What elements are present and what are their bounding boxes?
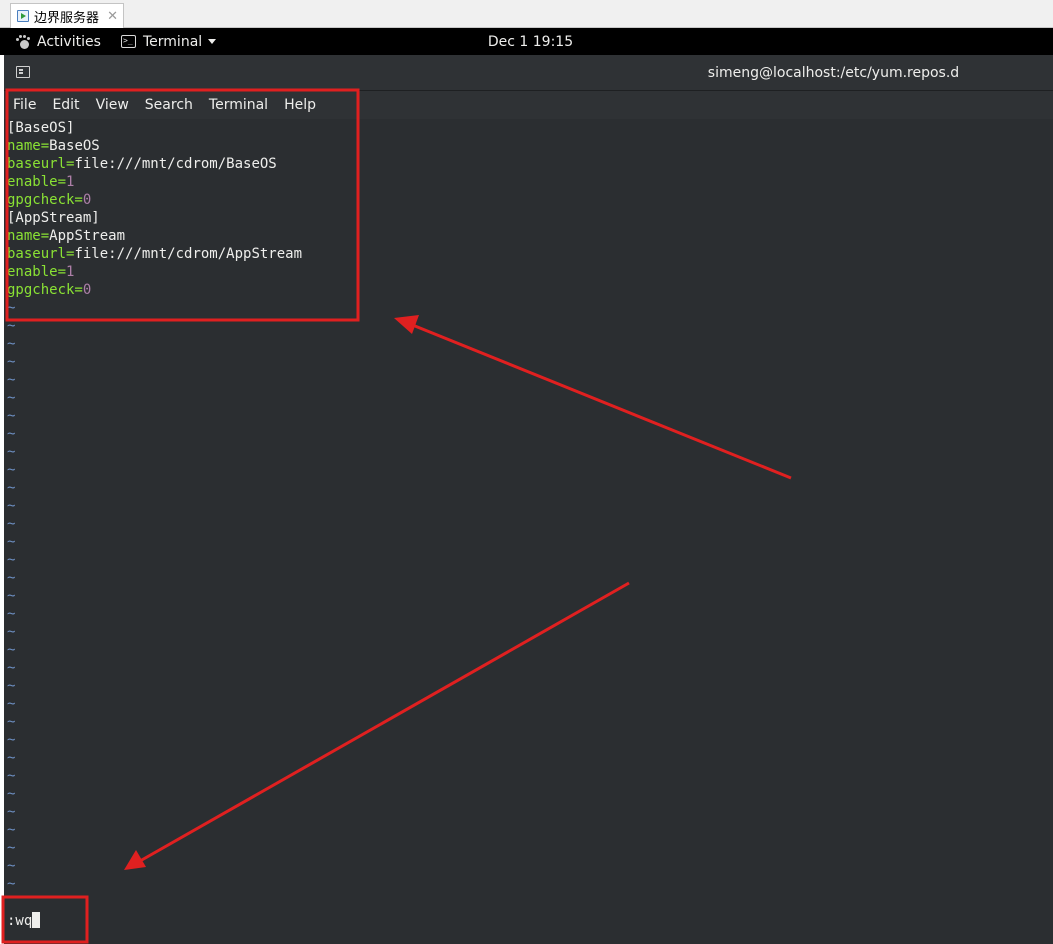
empty-line-marker: ~: [7, 426, 16, 442]
config-value: [AppStream]: [7, 210, 100, 226]
empty-line-marker: ~: [7, 840, 16, 856]
file-line: enable=1: [4, 173, 1053, 191]
config-key: baseurl=: [7, 246, 75, 262]
config-key: gpgcheck=: [7, 282, 83, 298]
empty-line-marker: ~: [7, 408, 16, 424]
empty-line-marker: ~: [7, 516, 16, 532]
window-title: simeng@localhost:/etc/yum.repos.d: [707, 65, 960, 81]
empty-line-marker: ~: [7, 570, 16, 586]
clock[interactable]: Dec 1 19:15: [0, 28, 1053, 55]
empty-line-marker: ~: [7, 714, 16, 730]
menu-view[interactable]: View: [88, 91, 137, 119]
terminal-header: simeng@localhost:/etc/yum.repos.d: [4, 55, 1053, 91]
file-line: name=AppStream: [4, 227, 1053, 245]
empty-line-marker: ~: [7, 300, 16, 316]
empty-line-marker: ~: [7, 858, 16, 874]
vm-tab[interactable]: 边界服务器 ✕: [10, 3, 124, 28]
config-number: 0: [82, 192, 92, 208]
vm-icon: [17, 10, 29, 22]
file-line: name=BaseOS: [4, 137, 1053, 155]
empty-line-marker: ~: [7, 390, 16, 406]
empty-line-marker: ~: [7, 588, 16, 604]
file-line: gpgcheck=0: [4, 281, 1053, 299]
config-value: AppStream: [49, 228, 126, 244]
empty-line-marker: ~: [7, 822, 16, 838]
empty-line-marker: ~: [7, 660, 16, 676]
command-text: :wq: [7, 913, 33, 929]
empty-line-marker: ~: [7, 498, 16, 514]
file-line: enable=1: [4, 263, 1053, 281]
menu-file[interactable]: File: [4, 91, 44, 119]
command-line[interactable]: :wq: [7, 912, 41, 930]
empty-line-marker: ~: [7, 336, 16, 352]
empty-line-marker: ~: [7, 606, 16, 622]
empty-line-marker: ~: [7, 354, 16, 370]
menu-help[interactable]: Help: [276, 91, 324, 119]
menu-terminal[interactable]: Terminal: [201, 91, 276, 119]
config-value: [BaseOS]: [7, 120, 75, 136]
config-key: name=: [7, 228, 50, 244]
terminal-window: simeng@localhost:/etc/yum.repos.d File E…: [4, 55, 1053, 944]
config-number: 1: [66, 174, 75, 190]
vm-tab-bar: 边界服务器 ✕: [0, 0, 1053, 28]
file-line: baseurl=file:///mnt/cdrom/BaseOS: [4, 155, 1053, 173]
empty-line-marker: ~: [7, 876, 16, 892]
file-line: [BaseOS]: [4, 119, 1053, 137]
empty-lines: ~ ~ ~ ~ ~ ~ ~ ~ ~ ~ ~ ~ ~ ~ ~ ~ ~ ~ ~ ~ ~ ~ ~ ~ ~ ~ ~ ~ ~ ~ ~ ~ ~: [4, 299, 1053, 893]
empty-line-marker: ~: [7, 750, 16, 766]
config-number: 1: [66, 264, 75, 280]
terminal-menubar: File Edit View Search Terminal Help: [4, 91, 1053, 119]
config-value: file:///mnt/cdrom/AppStream: [74, 246, 303, 262]
empty-line-marker: ~: [7, 624, 16, 640]
config-value: BaseOS: [49, 138, 100, 154]
empty-line-marker: ~: [7, 372, 16, 388]
file-line: gpgcheck=0: [4, 191, 1053, 209]
file-content: [BaseOS] name=BaseOS baseurl=file:///mnt/c…: [4, 119, 1053, 299]
terminal-body[interactable]: [BaseOS] name=BaseOS baseurl=file:///mnt/c…: [4, 119, 1053, 944]
file-line: baseurl=file:///mnt/cdrom/AppStream: [4, 245, 1053, 263]
config-value: file:///mnt/cdrom/BaseOS: [74, 156, 277, 172]
config-key: baseurl=: [7, 156, 75, 172]
empty-line-marker: ~: [7, 534, 16, 550]
config-key: gpgcheck=: [7, 192, 83, 208]
config-key: name=: [7, 138, 50, 154]
file-line: [AppStream]: [4, 209, 1053, 227]
config-key: enable=: [7, 174, 67, 190]
menu-search[interactable]: Search: [137, 91, 201, 119]
empty-line-marker: ~: [7, 318, 16, 334]
empty-line-marker: ~: [7, 732, 16, 748]
close-icon[interactable]: ✕: [107, 9, 118, 24]
empty-line-marker: ~: [7, 804, 16, 820]
config-number: 0: [82, 282, 92, 298]
empty-line-marker: ~: [7, 642, 16, 658]
empty-line-marker: ~: [7, 678, 16, 694]
empty-line-marker: ~: [7, 444, 16, 460]
empty-line-marker: ~: [7, 786, 16, 802]
empty-line-marker: ~: [7, 696, 16, 712]
empty-line-marker: ~: [7, 462, 16, 478]
empty-line-marker: ~: [7, 552, 16, 568]
menu-edit[interactable]: Edit: [44, 91, 87, 119]
vm-tab-title: 边界服务器: [34, 10, 100, 26]
empty-line-marker: ~: [7, 768, 16, 784]
text-cursor: [32, 912, 41, 928]
empty-line-marker: ~: [7, 480, 16, 496]
gnome-top-bar: Activities >_ Terminal Dec 1 19:15: [0, 28, 1053, 55]
config-key: enable=: [7, 264, 67, 280]
